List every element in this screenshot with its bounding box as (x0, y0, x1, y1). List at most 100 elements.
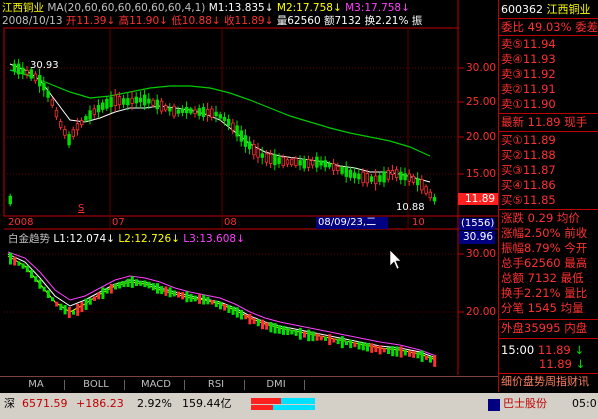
sell-label: 卖⑤ (501, 37, 523, 51)
candle-body (193, 109, 197, 115)
broker-name[interactable]: 巴士股份 (503, 397, 547, 411)
candle-body (231, 122, 235, 131)
buy-row[interactable]: 买⑤11.85 (501, 193, 556, 207)
broker-icon[interactable] (488, 399, 500, 411)
candle-body (432, 197, 437, 202)
buy-price: 11.86 (522, 178, 556, 192)
candle-body (8, 195, 12, 205)
indicator-bar (172, 290, 176, 297)
price-axis-label: 30.00 (466, 62, 497, 74)
ma-params: MA(20,60,60,60,60,60,60,4,1) (47, 2, 206, 14)
outer-value: 35995 (524, 321, 561, 335)
tab-separator (184, 380, 185, 390)
vol-tag: (1556) (461, 218, 495, 229)
candle-body (46, 90, 50, 98)
candle-body (357, 173, 361, 180)
indicator-bar (93, 296, 96, 301)
indicator-bar (420, 350, 424, 362)
buy-row[interactable]: 买①11.89 (501, 133, 556, 147)
indicator-bar (332, 338, 336, 343)
stat-row: 涨幅2.50% 前收 (501, 226, 587, 240)
latest-label: 最新 (501, 115, 524, 129)
tick-price: 11.89 (537, 343, 571, 357)
tick-time: 15:00 (501, 343, 535, 357)
sell-row[interactable]: 卖②11.91 (501, 82, 556, 96)
indicator-bars (9, 252, 437, 367)
indicator-tabs: MA BOLL MACD RSI DMI (0, 376, 498, 393)
candle-body (226, 118, 231, 126)
sell-row[interactable]: 卖③11.92 (501, 67, 556, 81)
status-bar: 深 6571.59 +186.23 2.92% 159.44亿 巴士股份 05:… (0, 393, 598, 419)
indicator-bar (210, 299, 214, 305)
kline-chart-area[interactable]: 江西铜业 MA(20,60,60,60,60,60,60,4,1) M1:13.… (0, 0, 498, 375)
sell-price: 11.92 (522, 67, 556, 81)
indicator-bar (424, 355, 428, 360)
tab-ma[interactable]: MA (10, 378, 62, 392)
candle-body (218, 114, 222, 119)
weibi-row: 委比 49.03% 委差 (501, 20, 598, 34)
stat-label: 涨跌 (501, 211, 524, 225)
mouse-cursor-icon (389, 249, 402, 270)
sell-price: 11.94 (522, 37, 556, 51)
quote-header: 600362 江西铜业 (501, 3, 591, 17)
ma-info-bar: 江西铜业 MA(20,60,60,60,60,60,60,4,1) M1:13.… (2, 2, 410, 15)
candle-body (264, 153, 269, 163)
candle-body (151, 99, 155, 106)
candle-body (101, 102, 105, 110)
candle-body (222, 116, 227, 121)
kline-chart-svg[interactable] (0, 0, 498, 375)
candle-body (365, 173, 369, 184)
indicator-bar (408, 350, 411, 357)
candle-body (75, 123, 80, 131)
m1-arrow-icon: ↓ (264, 2, 274, 14)
tab-rsi[interactable]: RSI (190, 378, 242, 392)
indicator-bar (126, 278, 130, 288)
cursor-date: 08/09/23,二 (318, 217, 377, 228)
sell-row[interactable]: 卖⑤11.94 (501, 37, 556, 51)
indicator-l3: L3:13.608 (183, 233, 237, 245)
buy-row[interactable]: 买②11.88 (501, 148, 556, 162)
separator (499, 373, 598, 374)
buy-label: 买① (501, 133, 523, 147)
indicator-bar (303, 331, 306, 338)
candle-body (63, 128, 67, 136)
buy-row[interactable]: 买③11.87 (501, 163, 556, 177)
stat-label: 总额 (501, 271, 524, 285)
tab-boll[interactable]: BOLL (70, 378, 122, 392)
indicator-bar (235, 307, 239, 318)
candle-body (197, 108, 201, 116)
indicator-bar (399, 346, 403, 358)
date-label: 08 (224, 217, 237, 228)
sell-row[interactable]: 卖①11.90 (501, 97, 556, 111)
tab-dmi[interactable]: DMI (250, 378, 302, 392)
quote-bottom-tabs[interactable]: 细价盘势周指财讯 (501, 375, 589, 389)
candle-body (84, 116, 88, 121)
candle-body (80, 120, 84, 126)
indicator-bar (168, 287, 172, 298)
stat-label: 涨幅 (501, 226, 524, 240)
buy-label: 买② (501, 148, 523, 162)
low-marker: 10.88 (396, 202, 425, 213)
candle-body (180, 108, 185, 113)
indicator-bar (67, 307, 71, 319)
indicator-bar (433, 355, 437, 367)
quote-panel: 600362 江西铜业 委比 49.03% 委差 卖⑤11.94 卖④11.93… (498, 0, 598, 392)
stat-label: 分笔 (501, 301, 524, 315)
buy-row[interactable]: 买④11.86 (501, 178, 556, 192)
date-label: 07 (112, 217, 125, 228)
indicator-bar (38, 279, 42, 289)
indicator-bar (147, 281, 151, 289)
indicator-bar (378, 345, 382, 355)
close-arrow-icon: ↓ (264, 15, 274, 27)
candle-body (352, 172, 357, 179)
candle-body (390, 170, 395, 175)
candle-body (38, 75, 42, 87)
tab-macd[interactable]: MACD (130, 378, 182, 392)
outer-label: 外盘 (501, 321, 524, 335)
sell-row[interactable]: 卖④11.93 (501, 52, 556, 66)
candle-body (155, 99, 159, 110)
indicator-bar (370, 343, 374, 353)
indicator-bar (30, 269, 33, 279)
ma-white-line (9, 63, 431, 183)
stat-value: 7132 (527, 271, 557, 285)
